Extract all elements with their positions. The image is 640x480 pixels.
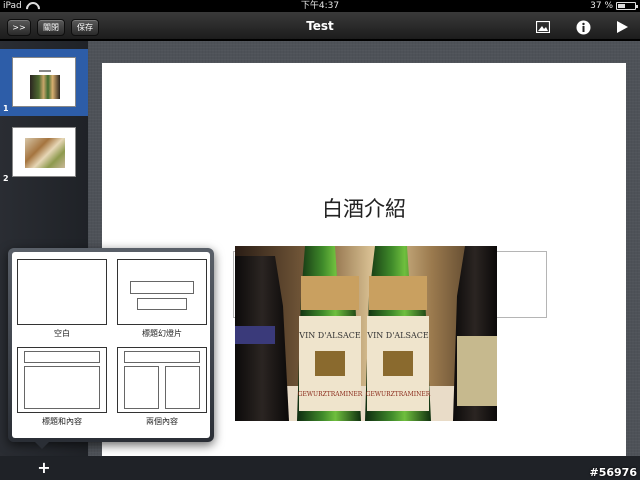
slide-title[interactable]: 白酒介紹 bbox=[102, 194, 626, 224]
clock: 下午4:37 bbox=[300, 1, 340, 11]
battery-icon bbox=[616, 2, 638, 10]
popover-arrow bbox=[33, 440, 51, 449]
info-icon[interactable] bbox=[573, 18, 593, 36]
bottom-bar bbox=[0, 456, 640, 480]
layout-title-slide-preview bbox=[117, 259, 207, 325]
svg-text:GEWURZTRAMINER: GEWURZTRAMINER bbox=[366, 391, 431, 398]
slide-thumbnail-1[interactable]: 1 bbox=[0, 49, 88, 116]
slide-number: 2 bbox=[3, 174, 9, 183]
layout-title-and-content[interactable]: 標題和內容 bbox=[17, 347, 107, 427]
svg-text:VIN D'ALSACE: VIN D'ALSACE bbox=[298, 331, 361, 340]
slide-preview bbox=[12, 57, 76, 107]
svg-text:GEWURZTRAMINER: GEWURZTRAMINER bbox=[298, 391, 363, 398]
layout-two-content[interactable]: 兩個內容 bbox=[117, 347, 207, 427]
insert-image-icon[interactable] bbox=[533, 18, 553, 36]
layout-title-slide[interactable]: 標題幻燈片 bbox=[117, 259, 207, 339]
layout-two-content-preview bbox=[117, 347, 207, 413]
layout-blank[interactable]: 空白 bbox=[17, 259, 107, 339]
watermark: #56976 bbox=[589, 466, 638, 479]
add-slide-button[interactable]: + bbox=[36, 458, 52, 478]
wine-bottles-image[interactable]: VIN D'ALSACE GEWURZTRAMINER VIN D'ALSACE… bbox=[235, 246, 497, 421]
layout-label: 空白 bbox=[54, 329, 70, 338]
layout-blank-preview bbox=[17, 259, 107, 325]
slide-preview bbox=[12, 127, 76, 177]
play-icon[interactable] bbox=[612, 18, 632, 36]
status-bar: iPad 下午4:37 37 % bbox=[0, 0, 640, 12]
layout-label: 兩個內容 bbox=[146, 417, 178, 426]
layout-title-and-content-preview bbox=[17, 347, 107, 413]
battery-percent: 37 % bbox=[590, 1, 613, 11]
svg-text:VIN D'ALSACE: VIN D'ALSACE bbox=[366, 331, 429, 340]
layout-label: 標題和內容 bbox=[42, 417, 82, 426]
slide-thumbnail-2[interactable]: 2 bbox=[0, 119, 88, 186]
slide-number: 1 bbox=[3, 104, 9, 113]
toolbar: >> 關閉 保存 Test bbox=[0, 12, 640, 40]
layout-popover: 空白 標題幻燈片 標題和內容 兩個內容 bbox=[8, 248, 214, 442]
layout-label: 標題幻燈片 bbox=[142, 329, 182, 338]
